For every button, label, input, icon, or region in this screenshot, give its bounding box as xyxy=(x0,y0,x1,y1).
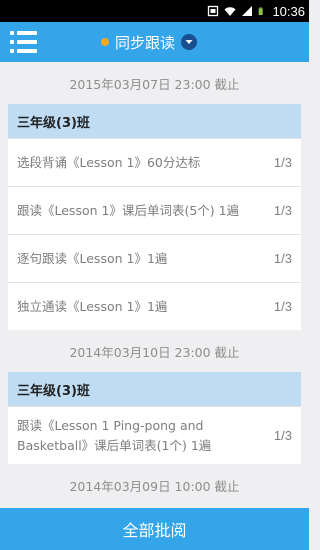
class-name: 三年级(3)班 xyxy=(8,372,301,406)
status-time: 10:36 xyxy=(272,3,305,19)
task-text: 独立通读《Lesson 1》1遍 xyxy=(17,298,168,314)
task-item[interactable]: 独立通读《Lesson 1》1遍 1/3 xyxy=(8,282,301,330)
task-item[interactable]: 逐句跟读《Lesson 1》1遍 1/3 xyxy=(8,234,301,282)
task-text: 选段背诵《Lesson 1》60分达标 xyxy=(17,154,201,170)
battery-icon xyxy=(259,7,264,15)
task-count: 1/3 xyxy=(273,251,292,266)
title-status-dot xyxy=(101,38,109,46)
task-item[interactable]: 选段背诵《Lesson 1》60分达标 1/3 xyxy=(8,138,301,186)
deadline-date: 2015年03月07日 23:00 截止 xyxy=(69,76,240,92)
title-dropdown[interactable]: 同步跟读 xyxy=(101,22,198,62)
status-bar: 10:36 xyxy=(0,0,309,22)
page-title: 同步跟读 xyxy=(115,33,176,52)
task-item[interactable]: 跟读《Lesson 1 Ping-pong and Basketball》课后单… xyxy=(8,406,301,464)
photo-icon xyxy=(208,5,219,17)
task-text: 逐句跟读《Lesson 1》1遍 xyxy=(17,250,168,266)
task-count: 1/3 xyxy=(273,155,292,170)
task-item[interactable]: 跟读《Lesson 1》课后单词表(5个) 1遍 1/3 xyxy=(8,186,301,234)
chevron-down-icon xyxy=(181,34,198,50)
class-card: 三年级(3)班 选段背诵《Lesson 1》60分达标 1/3 跟读《Lesso… xyxy=(8,104,301,330)
deadline-date: 2014年03月10日 23:00 截止 xyxy=(69,344,240,360)
wifi-icon xyxy=(224,7,236,16)
signal-icon xyxy=(242,6,253,16)
task-count: 1/3 xyxy=(273,428,292,443)
review-all-button[interactable]: 全部批阅 xyxy=(0,508,309,550)
deadline-date: 2014年03月09日 10:00 截止 xyxy=(69,478,240,494)
class-name: 三年级(3)班 xyxy=(8,104,301,138)
class-card: 三年级(3)班 跟读《Lesson 1 Ping-pong and Basket… xyxy=(8,372,301,464)
task-count: 1/3 xyxy=(273,203,292,218)
task-list[interactable]: 2015年03月07日 23:00 截止 三年级(3)班 选段背诵《Lesson… xyxy=(0,62,309,508)
top-bar: 同步跟读 xyxy=(0,22,309,62)
status-icons xyxy=(207,5,266,17)
task-text: 跟读《Lesson 1 Ping-pong and Basketball》课后单… xyxy=(17,417,212,453)
task-text: 跟读《Lesson 1》课后单词表(5个) 1遍 xyxy=(17,202,240,218)
menu-button[interactable] xyxy=(10,31,40,53)
task-count: 1/3 xyxy=(273,299,292,314)
